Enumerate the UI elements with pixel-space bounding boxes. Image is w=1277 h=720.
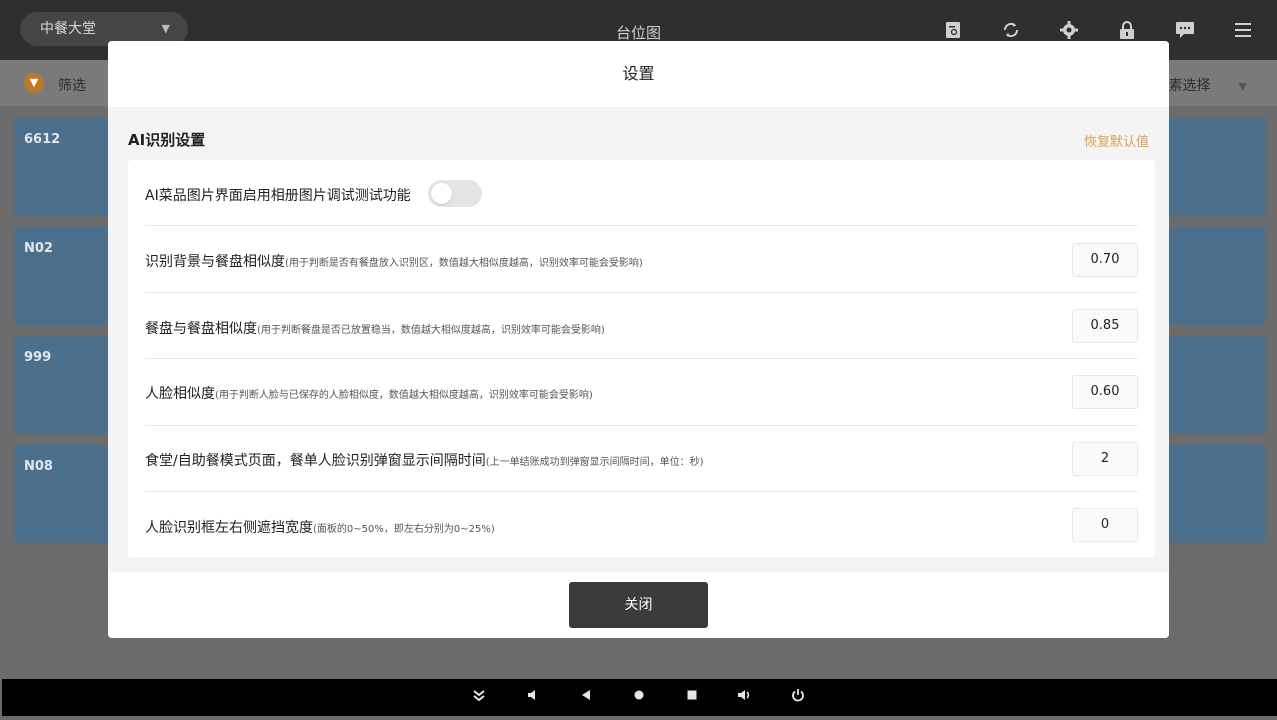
face-similarity-input[interactable]: 0.60 <box>1072 375 1138 409</box>
settings-dialog: 设置 AI识别设置 恢复默认值 AI菜品图片界面启用相册图片调试测试功能 识别背… <box>108 41 1169 638</box>
face-frame-mask-input[interactable]: 0 <box>1072 508 1138 542</box>
setting-row-album-debug: AI菜品图片界面启用相册图片调试测试功能 <box>145 160 1138 226</box>
setting-hint: (面板的0~50%，即左右分别为0~25%) <box>313 524 495 535</box>
home-icon[interactable] <box>629 688 649 706</box>
setting-row-face-popup-interval: 食堂/自助餐模式页面，餐单人脸识别弹窗显示间隔时间(上一单结账成功到弹窗显示间隔… <box>145 426 1138 492</box>
table-tile-label: 999 <box>24 350 52 365</box>
setting-row-bg-plate-similarity: 识别背景与餐盘相似度(用于判断是否有餐盘放入识别区，数值越大相似度越高，识别效率… <box>145 226 1138 293</box>
setting-row-face-frame-mask: 人脸识别框左右侧遮挡宽度(面板的0~50%，即左右分别为0~25%) 0 <box>145 492 1138 557</box>
setting-label: 人脸相似度(用于判断人脸与已保存的人脸相似度，数值越大相似度越高，识别效率可能会… <box>145 383 593 403</box>
volume-up-icon[interactable] <box>735 688 755 706</box>
search-doc-icon[interactable] <box>939 16 967 44</box>
gear-icon[interactable] <box>1055 16 1083 44</box>
settings-panel: AI菜品图片界面启用相册图片调试测试功能 识别背景与餐盘相似度(用于判断是否有餐… <box>128 160 1155 557</box>
setting-label-text: 餐盘与餐盘相似度 <box>145 321 257 337</box>
setting-row-plate-plate-similarity: 餐盘与餐盘相似度(用于判断餐盘是否已放置稳当，数值越大相似度越高，识别效率可能会… <box>145 293 1138 359</box>
menu-icon[interactable] <box>1229 16 1257 44</box>
table-tile[interactable] <box>1158 118 1266 216</box>
plate-plate-similarity-input[interactable]: 0.85 <box>1072 309 1138 343</box>
setting-label-text: 人脸识别框左右侧遮挡宽度 <box>145 520 313 536</box>
filter-label[interactable]: 筛选 <box>58 75 86 95</box>
restore-defaults-link[interactable]: 恢复默认值 <box>1084 131 1149 150</box>
recents-icon[interactable] <box>682 688 702 706</box>
toggle-knob <box>431 183 452 204</box>
bg-plate-similarity-input[interactable]: 0.70 <box>1072 243 1138 277</box>
back-icon[interactable] <box>576 688 596 706</box>
album-debug-toggle[interactable] <box>428 180 482 207</box>
setting-label-text: 识别背景与餐盘相似度 <box>145 254 285 270</box>
dropdown-arrow-icon: ▼ <box>1238 80 1247 93</box>
table-tile-label: 6612 <box>24 132 61 147</box>
toolbar-icons <box>939 16 1257 44</box>
face-popup-interval-input[interactable]: 2 <box>1072 442 1138 476</box>
system-nav-bar <box>2 679 1277 716</box>
message-icon[interactable] <box>1171 16 1199 44</box>
setting-label-text: 人脸相似度 <box>145 386 215 402</box>
dialog-footer: 关闭 <box>108 572 1169 638</box>
table-tile-label: N08 <box>24 459 53 474</box>
setting-label: 人脸识别框左右侧遮挡宽度(面板的0~50%，即左右分别为0~25%) <box>145 517 495 537</box>
setting-label-text: 食堂/自助餐模式页面，餐单人脸识别弹窗显示间隔时间 <box>145 453 486 469</box>
setting-hint: (用于判断人脸与已保存的人脸相似度，数值越大相似度越高，识别效率可能会受影响) <box>215 390 593 401</box>
setting-hint: (用于判断是否有餐盘放入识别区，数值越大相似度越高，识别效率可能会受影响) <box>285 258 643 269</box>
table-tile[interactable] <box>1158 227 1266 325</box>
setting-label: 食堂/自助餐模式页面，餐单人脸识别弹窗显示间隔时间(上一单结账成功到弹窗显示间隔… <box>145 450 704 470</box>
power-icon[interactable] <box>788 688 808 706</box>
setting-row-face-similarity: 人脸相似度(用于判断人脸与已保存的人脸相似度，数值越大相似度越高，识别效率可能会… <box>145 359 1138 426</box>
section-title: AI识别设置 <box>128 131 206 149</box>
setting-label: 识别背景与餐盘相似度(用于判断是否有餐盘放入识别区，数值越大相似度越高，识别效率… <box>145 251 643 271</box>
filter-icon[interactable]: ▼ <box>24 73 44 93</box>
refresh-icon[interactable] <box>997 16 1025 44</box>
collapse-icon[interactable] <box>469 688 489 706</box>
lock-icon[interactable] <box>1113 16 1141 44</box>
setting-label: 餐盘与餐盘相似度(用于判断餐盘是否已放置稳当，数值越大相似度越高，识别效率可能会… <box>145 318 605 338</box>
table-tile[interactable] <box>1158 336 1266 434</box>
volume-down-icon[interactable] <box>523 688 543 706</box>
close-button[interactable]: 关闭 <box>569 582 708 628</box>
table-tile[interactable] <box>1158 445 1266 543</box>
setting-hint: (上一单结账成功到弹窗显示间隔时间，单位：秒) <box>485 457 704 468</box>
setting-label: AI菜品图片界面启用相册图片调试测试功能 <box>145 188 411 204</box>
dialog-title: 设置 <box>108 41 1169 107</box>
setting-hint: (用于判断餐盘是否已放置稳当，数值越大相似度越高，识别效率可能会受影响) <box>257 325 605 336</box>
table-tile-label: N02 <box>24 241 53 256</box>
